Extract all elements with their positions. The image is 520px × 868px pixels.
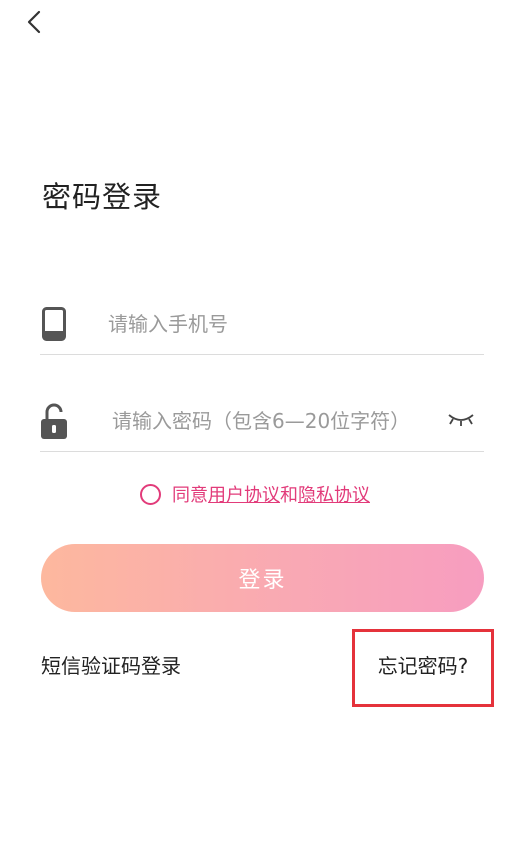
forgot-password-link[interactable]: 忘记密码?	[378, 650, 469, 679]
agreement-conjunction: 和	[280, 485, 298, 506]
forgot-password-highlight: 忘记密码?	[352, 629, 494, 707]
privacy-agreement-link[interactable]: 隐私协议	[298, 481, 370, 507]
agreement-prefix: 同意	[172, 485, 208, 506]
back-button[interactable]	[18, 8, 50, 40]
chevron-left-icon	[25, 9, 43, 39]
phone-input[interactable]	[108, 312, 484, 336]
user-agreement-link[interactable]: 用户协议	[208, 481, 280, 507]
agreement-checkbox[interactable]	[140, 483, 161, 505]
phone-icon	[40, 305, 68, 343]
unlock-icon	[40, 402, 68, 440]
agreement-row: 同意 用户协议 和 隐私协议	[140, 481, 370, 507]
page-title: 密码登录	[42, 180, 163, 214]
password-input[interactable]	[112, 409, 446, 433]
phone-field	[40, 294, 484, 355]
sms-login-link[interactable]: 短信验证码登录	[41, 650, 181, 679]
password-visibility-toggle[interactable]	[446, 406, 476, 436]
password-field	[40, 391, 484, 452]
login-button[interactable]: 登录	[41, 544, 484, 612]
eye-closed-icon	[447, 411, 475, 431]
